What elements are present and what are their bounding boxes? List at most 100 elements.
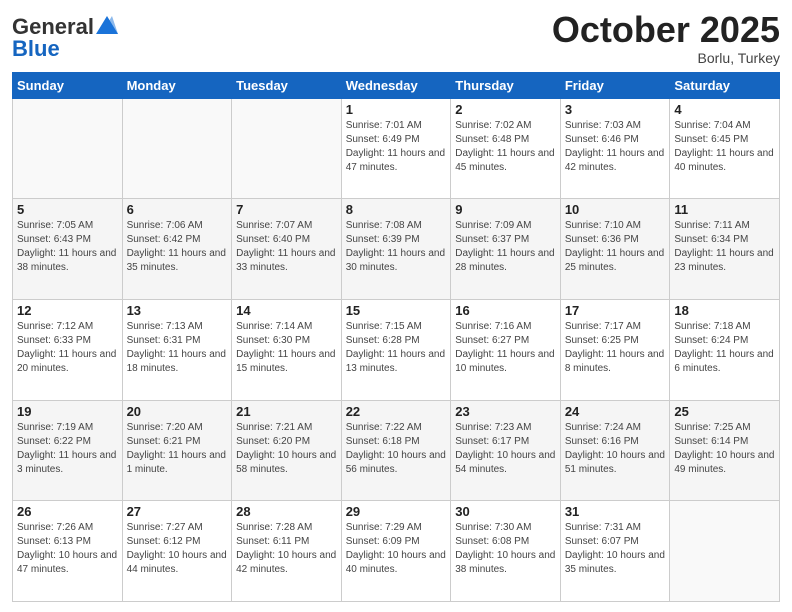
table-row: 15 Sunrise: 7:15 AM Sunset: 6:28 PM Dayli… [341, 299, 451, 400]
day-info: Sunrise: 7:13 AM Sunset: 6:31 PM Dayligh… [127, 320, 228, 376]
table-row: 31 Sunrise: 7:31 AM Sunset: 6:07 PM Dayli… [560, 501, 670, 602]
table-row: 29 Sunrise: 7:29 AM Sunset: 6:09 PM Dayli… [341, 501, 451, 602]
day-info: Sunrise: 7:29 AM Sunset: 6:09 PM Dayligh… [346, 521, 447, 577]
day-info: Sunrise: 7:05 AM Sunset: 6:43 PM Dayligh… [17, 219, 118, 275]
day-number: 12 [17, 303, 118, 318]
col-friday: Friday [560, 72, 670, 98]
title-block: October 2025 Borlu, Turkey [552, 10, 780, 66]
day-number: 6 [127, 202, 228, 217]
day-number: 7 [236, 202, 337, 217]
day-number: 23 [455, 404, 556, 419]
day-number: 21 [236, 404, 337, 419]
day-number: 22 [346, 404, 447, 419]
col-monday: Monday [122, 72, 232, 98]
logo: General Blue [12, 14, 118, 62]
col-wednesday: Wednesday [341, 72, 451, 98]
day-number: 19 [17, 404, 118, 419]
calendar-table: Sunday Monday Tuesday Wednesday Thursday… [12, 72, 780, 602]
day-info: Sunrise: 7:16 AM Sunset: 6:27 PM Dayligh… [455, 320, 556, 376]
location-subtitle: Borlu, Turkey [552, 50, 780, 66]
table-row: 28 Sunrise: 7:28 AM Sunset: 6:11 PM Dayli… [232, 501, 342, 602]
logo-icon [96, 16, 118, 34]
day-number: 2 [455, 102, 556, 117]
table-row: 6Sunrise: 7:06 AM Sunset: 6:42 PM Daylig… [122, 199, 232, 300]
day-number: 1 [346, 102, 447, 117]
table-row: 7 Sunrise: 7:07 AM Sunset: 6:40 PM Daylig… [232, 199, 342, 300]
day-info: Sunrise: 7:25 AM Sunset: 6:14 PM Dayligh… [674, 421, 775, 477]
day-info: Sunrise: 7:21 AM Sunset: 6:20 PM Dayligh… [236, 421, 337, 477]
day-info: Sunrise: 7:04 AM Sunset: 6:45 PM Dayligh… [674, 119, 775, 175]
page: General Blue October 2025 Borlu, Turkey … [0, 0, 792, 612]
month-title: October 2025 [552, 10, 780, 50]
day-number: 11 [674, 202, 775, 217]
day-info: Sunrise: 7:30 AM Sunset: 6:08 PM Dayligh… [455, 521, 556, 577]
table-row: 25 Sunrise: 7:25 AM Sunset: 6:14 PM Dayli… [670, 400, 780, 501]
day-info: Sunrise: 7:23 AM Sunset: 6:17 PM Dayligh… [455, 421, 556, 477]
table-row: 4 Sunrise: 7:04 AM Sunset: 6:45 PM Daylig… [670, 98, 780, 199]
table-row: 19 Sunrise: 7:19 AM Sunset: 6:22 PM Dayli… [13, 400, 123, 501]
col-saturday: Saturday [670, 72, 780, 98]
day-number: 17 [565, 303, 666, 318]
table-row: 26 Sunrise: 7:26 AM Sunset: 6:13 PM Dayli… [13, 501, 123, 602]
table-row: 18 Sunrise: 7:18 AM Sunset: 6:24 PM Dayli… [670, 299, 780, 400]
col-sunday: Sunday [13, 72, 123, 98]
day-number: 24 [565, 404, 666, 419]
calendar-week-row: 26 Sunrise: 7:26 AM Sunset: 6:13 PM Dayli… [13, 501, 780, 602]
day-info: Sunrise: 7:27 AM Sunset: 6:12 PM Dayligh… [127, 521, 228, 577]
day-number: 10 [565, 202, 666, 217]
day-number: 15 [346, 303, 447, 318]
day-info: Sunrise: 7:19 AM Sunset: 6:22 PM Dayligh… [17, 421, 118, 477]
day-number: 14 [236, 303, 337, 318]
day-info: Sunrise: 7:26 AM Sunset: 6:13 PM Dayligh… [17, 521, 118, 577]
day-info: Sunrise: 7:01 AM Sunset: 6:49 PM Dayligh… [346, 119, 447, 175]
day-number: 30 [455, 504, 556, 519]
table-row: 17Sunrise: 7:17 AM Sunset: 6:25 PM Dayli… [560, 299, 670, 400]
day-number: 18 [674, 303, 775, 318]
day-number: 31 [565, 504, 666, 519]
day-number: 28 [236, 504, 337, 519]
table-row [232, 98, 342, 199]
calendar-header-row: Sunday Monday Tuesday Wednesday Thursday… [13, 72, 780, 98]
day-number: 27 [127, 504, 228, 519]
day-number: 20 [127, 404, 228, 419]
table-row: 24Sunrise: 7:24 AM Sunset: 6:16 PM Dayli… [560, 400, 670, 501]
day-info: Sunrise: 7:15 AM Sunset: 6:28 PM Dayligh… [346, 320, 447, 376]
table-row: 22 Sunrise: 7:22 AM Sunset: 6:18 PM Dayli… [341, 400, 451, 501]
day-number: 29 [346, 504, 447, 519]
day-number: 4 [674, 102, 775, 117]
table-row: 12 Sunrise: 7:12 AM Sunset: 6:33 PM Dayli… [13, 299, 123, 400]
day-number: 25 [674, 404, 775, 419]
day-number: 13 [127, 303, 228, 318]
table-row: 1 Sunrise: 7:01 AM Sunset: 6:49 PM Daylig… [341, 98, 451, 199]
table-row: 23 Sunrise: 7:23 AM Sunset: 6:17 PM Dayli… [451, 400, 561, 501]
day-number: 26 [17, 504, 118, 519]
day-info: Sunrise: 7:08 AM Sunset: 6:39 PM Dayligh… [346, 219, 447, 275]
day-number: 8 [346, 202, 447, 217]
calendar-week-row: 5 Sunrise: 7:05 AM Sunset: 6:43 PM Daylig… [13, 199, 780, 300]
table-row: 27 Sunrise: 7:27 AM Sunset: 6:12 PM Dayli… [122, 501, 232, 602]
calendar-week-row: 19 Sunrise: 7:19 AM Sunset: 6:22 PM Dayli… [13, 400, 780, 501]
day-info: Sunrise: 7:20 AM Sunset: 6:21 PM Dayligh… [127, 421, 228, 477]
table-row: 13 Sunrise: 7:13 AM Sunset: 6:31 PM Dayli… [122, 299, 232, 400]
table-row: 21 Sunrise: 7:21 AM Sunset: 6:20 PM Dayli… [232, 400, 342, 501]
table-row: 9Sunrise: 7:09 AM Sunset: 6:37 PM Daylig… [451, 199, 561, 300]
day-info: Sunrise: 7:07 AM Sunset: 6:40 PM Dayligh… [236, 219, 337, 275]
table-row: 5 Sunrise: 7:05 AM Sunset: 6:43 PM Daylig… [13, 199, 123, 300]
table-row: 3Sunrise: 7:03 AM Sunset: 6:46 PM Daylig… [560, 98, 670, 199]
day-number: 5 [17, 202, 118, 217]
table-row: 8 Sunrise: 7:08 AM Sunset: 6:39 PM Daylig… [341, 199, 451, 300]
col-thursday: Thursday [451, 72, 561, 98]
table-row: 2Sunrise: 7:02 AM Sunset: 6:48 PM Daylig… [451, 98, 561, 199]
table-row: 30 Sunrise: 7:30 AM Sunset: 6:08 PM Dayli… [451, 501, 561, 602]
day-info: Sunrise: 7:11 AM Sunset: 6:34 PM Dayligh… [674, 219, 775, 275]
day-info: Sunrise: 7:28 AM Sunset: 6:11 PM Dayligh… [236, 521, 337, 577]
table-row: 16 Sunrise: 7:16 AM Sunset: 6:27 PM Dayli… [451, 299, 561, 400]
day-number: 9 [455, 202, 556, 217]
day-info: Sunrise: 7:03 AM Sunset: 6:46 PM Dayligh… [565, 119, 666, 175]
day-info: Sunrise: 7:12 AM Sunset: 6:33 PM Dayligh… [17, 320, 118, 376]
day-number: 16 [455, 303, 556, 318]
table-row [13, 98, 123, 199]
day-info: Sunrise: 7:31 AM Sunset: 6:07 PM Dayligh… [565, 521, 666, 577]
day-info: Sunrise: 7:18 AM Sunset: 6:24 PM Dayligh… [674, 320, 775, 376]
day-info: Sunrise: 7:22 AM Sunset: 6:18 PM Dayligh… [346, 421, 447, 477]
